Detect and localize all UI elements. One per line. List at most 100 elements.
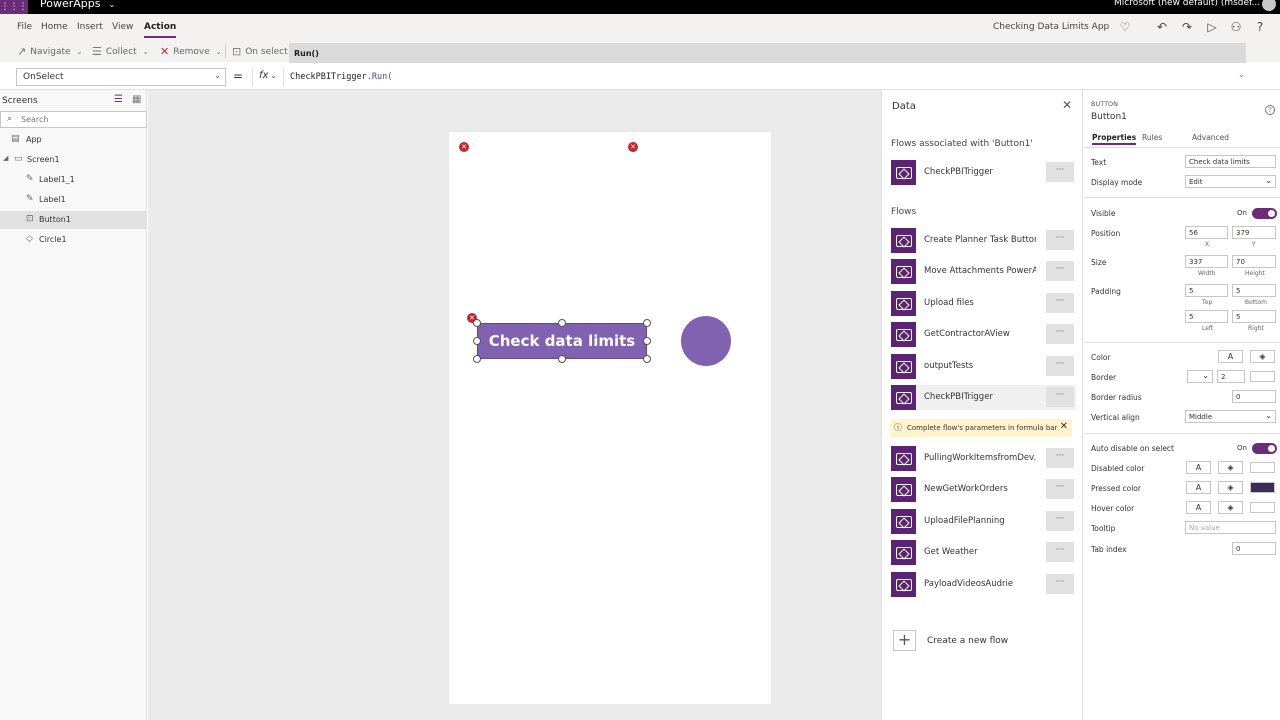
menu-file[interactable]: File [17, 22, 32, 32]
pressed-font-color-button[interactable]: A [1186, 481, 1211, 494]
resize-handle[interactable] [643, 319, 651, 327]
tooltip-input[interactable]: No value [1185, 521, 1276, 534]
font-color-button[interactable]: A [1218, 350, 1243, 363]
resize-handle[interactable] [473, 355, 481, 363]
border-radius-input[interactable]: 0 [1232, 390, 1276, 403]
menu-insert[interactable]: Insert [77, 22, 103, 32]
expand-formula-icon[interactable]: ⌄ [1238, 70, 1245, 79]
hover-border-swatch[interactable] [1250, 502, 1275, 513]
more-options-button[interactable]: ··· [1046, 448, 1074, 468]
flow-item[interactable]: Get Weather ··· [891, 540, 1076, 565]
help-icon[interactable]: ? [1251, 18, 1269, 36]
flow-item[interactable]: NewGetWorkOrders ··· [891, 477, 1076, 502]
undo-icon[interactable]: ↶ [1153, 18, 1171, 36]
resize-handle[interactable] [558, 319, 566, 327]
padding-bottom-input[interactable]: 5 [1232, 284, 1276, 297]
environment-label[interactable]: Microsoft (new default) (msdef... [1114, 0, 1260, 8]
border-style-dropdown[interactable]: ⌄ [1187, 370, 1213, 383]
position-y-input[interactable]: 379 [1232, 226, 1276, 239]
user-avatar[interactable] [1262, 0, 1276, 11]
more-options-button[interactable]: ··· [1046, 387, 1074, 407]
create-flow-plus-icon[interactable]: + [893, 630, 916, 651]
error-icon[interactable]: ✕ [459, 142, 469, 152]
more-options-button[interactable]: ··· [1046, 261, 1074, 281]
fx-function-button[interactable]: fx ⌄ [252, 68, 284, 86]
width-input[interactable]: 337 [1185, 255, 1228, 268]
flow-item[interactable]: Upload files ··· [891, 291, 1076, 316]
screen1-canvas[interactable] [449, 132, 771, 704]
create-new-flow-link[interactable]: Create a new flow [927, 636, 1008, 646]
tree-item-label1-1[interactable]: ✎ Label1_1 [0, 171, 147, 189]
more-options-button[interactable]: ··· [1046, 511, 1074, 531]
tab-index-input[interactable]: 0 [1232, 542, 1276, 555]
tab-properties[interactable]: Properties [1092, 133, 1137, 145]
text-input[interactable]: Check data limits [1185, 155, 1276, 168]
flow-item[interactable]: Move Attachments PowerA... ··· [891, 259, 1076, 284]
app-checker-icon[interactable]: ♡ [1116, 18, 1134, 36]
more-options-button[interactable]: ··· [1046, 356, 1074, 376]
hover-fill-icon[interactable]: ◈ [1218, 501, 1243, 514]
pressed-color-swatch[interactable] [1250, 482, 1275, 493]
share-user-icon[interactable]: ⚇ [1227, 18, 1245, 36]
circle1-shape[interactable] [681, 316, 731, 366]
flow-item-selected[interactable]: CheckPBITrigger ··· [891, 385, 1076, 410]
remove-button[interactable]: ✕ Remove ⌄ [160, 45, 222, 58]
more-options-button[interactable]: ··· [1046, 479, 1074, 499]
redo-icon[interactable]: ↷ [1178, 18, 1196, 36]
resize-handle[interactable] [643, 337, 651, 345]
vertical-align-dropdown[interactable]: Middle ⌄ [1185, 410, 1276, 423]
help-icon[interactable]: ? [1265, 105, 1275, 115]
display-mode-dropdown[interactable]: Edit ⌄ [1185, 175, 1276, 188]
more-options-button[interactable]: ··· [1046, 324, 1074, 344]
resize-handle[interactable] [473, 319, 481, 327]
collect-button[interactable]: ☰ Collect ⌄ [92, 45, 149, 58]
more-options-button[interactable]: ··· [1046, 162, 1074, 182]
tab-rules[interactable]: Rules [1142, 133, 1162, 142]
flow-item[interactable]: Create Planner Task Button ··· [891, 228, 1076, 253]
grid-view-icon[interactable]: ▦ [132, 94, 141, 105]
tree-item-circle1[interactable]: ◇ Circle1 [0, 231, 147, 249]
tree-item-app[interactable]: ▤ App [0, 131, 147, 149]
tree-item-button1[interactable]: ⊡ Button1 [0, 211, 147, 229]
padding-top-input[interactable]: 5 [1185, 284, 1228, 297]
close-icon[interactable]: ✕ [1062, 98, 1072, 112]
resize-handle[interactable] [643, 355, 651, 363]
visible-toggle[interactable] [1252, 208, 1277, 219]
flow-item[interactable]: GetContractorAView ··· [891, 322, 1076, 347]
flow-item[interactable]: PayloadVideosAudrie ··· [891, 572, 1076, 597]
list-view-icon[interactable]: ☰ [114, 94, 123, 105]
padding-right-input[interactable]: 5 [1232, 310, 1276, 323]
collapse-arrow-icon[interactable]: ◢ [3, 154, 8, 162]
position-x-input[interactable]: 56 [1185, 226, 1228, 239]
menu-action[interactable]: Action [144, 22, 177, 38]
hover-font-color-button[interactable]: A [1186, 501, 1211, 514]
disabled-border-swatch[interactable] [1250, 462, 1275, 473]
more-options-button[interactable]: ··· [1046, 542, 1074, 562]
resize-handle[interactable] [558, 355, 566, 363]
flow-item[interactable]: outputTests ··· [891, 354, 1076, 379]
app-launcher-icon[interactable]: ⋮⋮⋮ [0, 0, 28, 14]
play-icon[interactable]: ▷ [1203, 18, 1221, 36]
button1-check-data-limits[interactable]: Check data limits [477, 323, 647, 359]
resize-handle[interactable] [473, 337, 481, 345]
fill-color-icon[interactable]: ◈ [1250, 350, 1275, 363]
associated-flow-item[interactable]: CheckPBITrigger ··· [891, 160, 1076, 185]
more-options-button[interactable]: ··· [1046, 293, 1074, 313]
tab-advanced[interactable]: Advanced [1192, 133, 1229, 142]
flow-item[interactable]: PullingWorkItemsfromDev... ··· [891, 446, 1076, 471]
app-name[interactable]: PowerApps ⌄ [40, 0, 115, 10]
property-dropdown[interactable]: OnSelect ⌄ [16, 68, 226, 86]
border-color-swatch[interactable] [1250, 371, 1275, 382]
flow-item[interactable]: UploadFilePlanning ··· [891, 509, 1076, 534]
more-options-button[interactable]: ··· [1046, 230, 1074, 250]
tree-search-input[interactable]: ⌕ Search [0, 111, 147, 128]
more-options-button[interactable]: ··· [1046, 574, 1074, 594]
disabled-font-color-button[interactable]: A [1186, 461, 1211, 474]
menu-view[interactable]: View [112, 22, 133, 32]
formula-input[interactable]: CheckPBITrigger.Run( [290, 72, 392, 82]
navigate-button[interactable]: ↗ Navigate ⌄ [17, 45, 82, 58]
border-thickness-input[interactable]: 2 [1217, 370, 1245, 383]
disabled-fill-icon[interactable]: ◈ [1218, 461, 1243, 474]
tree-item-screen1[interactable]: ◢ ▭ Screen1 [0, 151, 147, 169]
auto-disable-toggle[interactable] [1252, 443, 1277, 454]
